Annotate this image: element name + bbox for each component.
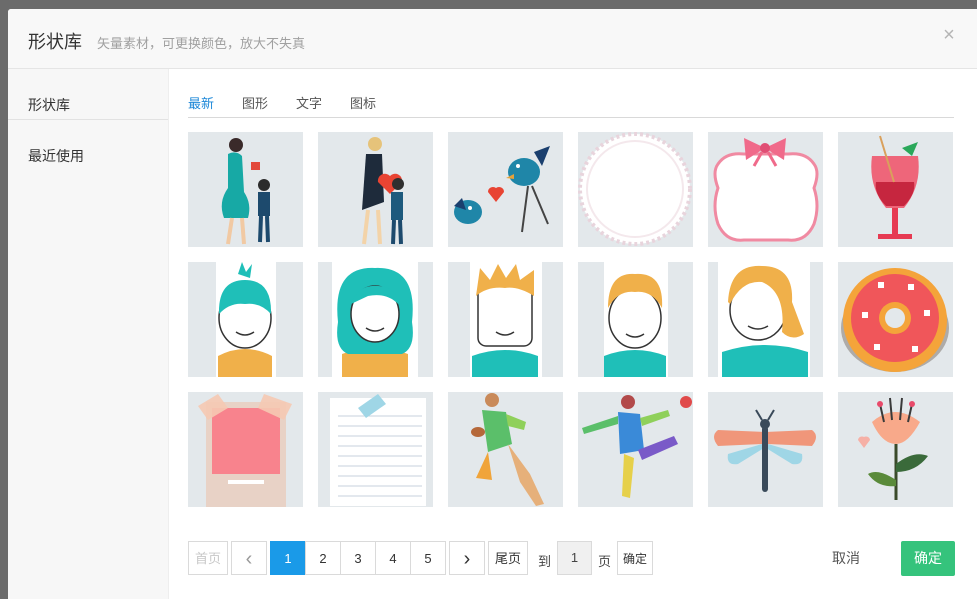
shape-tile-love-birds[interactable] (448, 132, 563, 247)
dragonfly-illustration-icon (714, 409, 816, 492)
sidebar-item-recent[interactable]: 最近使用 (28, 146, 84, 166)
shape-tile-father-child[interactable] (318, 132, 433, 247)
dialog-title: 形状库 (28, 32, 82, 52)
lined-notebook-paper-icon (330, 394, 426, 506)
love-birds-illustration-icon (454, 146, 550, 233)
donut-illustration-icon (841, 268, 949, 372)
shape-tile-soccer-player[interactable] (578, 392, 693, 507)
category-tabs: 最新 图形 文字 图标 (188, 69, 954, 118)
sidebar-item-shape-library[interactable]: 形状库 (28, 95, 70, 115)
page-button-3[interactable]: 3 (340, 541, 376, 575)
sidebar: 形状库 最近使用 (8, 69, 169, 599)
page-button-2[interactable]: 2 (305, 541, 341, 575)
shape-tile-mother-child[interactable] (188, 132, 303, 247)
shape-tile-lace-doily[interactable] (578, 132, 693, 247)
mother-and-child-illustration-icon (221, 138, 270, 245)
page-button-1[interactable]: 1 (270, 541, 306, 575)
tab-graphics[interactable]: 图形 (242, 93, 268, 112)
tab-text[interactable]: 文字 (296, 93, 322, 112)
goto-label: 到 (538, 554, 552, 569)
shape-tile-avatar-girl-teal[interactable] (318, 262, 433, 377)
next-page-icon[interactable]: › (449, 541, 485, 575)
ok-button[interactable]: 确定 (901, 541, 955, 576)
tab-latest[interactable]: 最新 (188, 93, 214, 112)
shape-tile-polka-note[interactable] (188, 392, 303, 507)
rugby-player-illustration-icon (471, 393, 544, 506)
shape-library-dialog: 形状库 矢量素材，可更换颜色，放大不失真 × 形状库 最近使用 最新 图形 文字… (8, 9, 977, 599)
shape-tile-avatar-boy-teal[interactable] (188, 262, 303, 377)
close-icon[interactable]: × (938, 24, 960, 46)
tab-icons[interactable]: 图标 (350, 93, 376, 112)
cocktail-drink-illustration-icon (871, 135, 919, 239)
polka-dot-note-paper-icon (198, 394, 292, 507)
page-button-4[interactable]: 4 (375, 541, 411, 575)
shape-tile-flower[interactable] (838, 392, 953, 507)
cancel-button[interactable]: 取消 (816, 541, 876, 575)
goto-confirm-button[interactable]: 确定 (617, 541, 653, 575)
shape-tile-avatar-boy-orange[interactable] (578, 262, 693, 377)
page-suffix-label: 页 (598, 554, 612, 569)
shape-tile-ribbon-bow[interactable] (708, 132, 823, 247)
first-page-button[interactable]: 首页 (188, 541, 228, 575)
shape-tile-donut[interactable] (838, 262, 953, 377)
shape-tile-dragonfly[interactable] (708, 392, 823, 507)
sidebar-divider (8, 119, 168, 120)
boy-teal-hair-avatar-icon (216, 262, 276, 377)
dialog-subtitle: 矢量素材，可更换颜色，放大不失真 (97, 36, 306, 51)
boy-orange-hair-avatar-icon (604, 262, 668, 377)
shape-tile-avatar-boy-spiky[interactable] (448, 262, 563, 377)
shape-tile-rugby-player[interactable] (448, 392, 563, 507)
girl-teal-curly-hair-avatar-icon (332, 262, 418, 377)
prev-page-icon[interactable]: ‹ (231, 541, 267, 575)
flower-illustration-icon (858, 397, 928, 500)
lace-doily-frame-icon (578, 132, 692, 246)
ribbon-bow-frame-icon (713, 138, 819, 242)
shape-tile-lined-notebook[interactable] (318, 392, 433, 507)
girl-blonde-hair-avatar-icon (718, 262, 810, 377)
father-and-child-illustration-icon (362, 137, 404, 245)
last-page-button[interactable]: 尾页 (488, 541, 528, 575)
soccer-player-illustration-icon (582, 395, 692, 498)
page-button-5[interactable]: 5 (410, 541, 446, 575)
boy-spiky-hair-avatar-icon (470, 262, 542, 377)
shape-tile-avatar-girl-blonde[interactable] (708, 262, 823, 377)
shape-tile-cocktail[interactable] (838, 132, 953, 247)
dialog-header: 形状库 矢量素材，可更换颜色，放大不失真 × (8, 9, 977, 69)
goto-page-input[interactable]: 1 (557, 541, 592, 575)
